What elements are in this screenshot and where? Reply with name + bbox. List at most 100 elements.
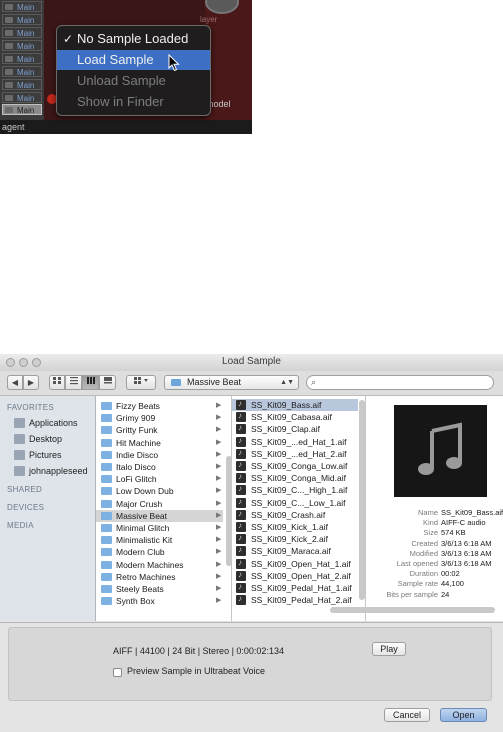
file-row[interactable]: SS_Kit09_Cabasa.aif [232,411,358,423]
cancel-button[interactable]: Cancel [384,708,430,722]
audio-file-icon [236,558,246,569]
folder-icon [101,402,112,410]
sidebar-item-desktop[interactable]: Desktop [14,432,94,446]
folder-row[interactable]: Grimy 909 ▶ [96,412,223,424]
file-row[interactable]: SS_Kit09_C..._High_1.aif [232,484,358,496]
folder-row[interactable]: Massive Beat ▶ [96,509,223,522]
file-row[interactable]: SS_Kit09_Conga_Mid.aif [232,472,358,484]
folder-row[interactable]: Hit Machine ▶ [96,437,223,449]
folder-row[interactable]: Steely Beats ▶ [96,583,223,595]
voice-main-button[interactable]: Main [2,14,42,25]
file-row[interactable]: SS_Kit09_...ed_Hat_2.aif [232,448,358,460]
folder-row[interactable]: Gritty Funk ▶ [96,424,223,436]
folder-row[interactable]: Synth Box ▶ [96,595,223,607]
file-row[interactable]: SS_Kit09_Open_Hat_1.aif [232,558,358,570]
file-row[interactable]: SS_Kit09_Clap.aif [232,423,358,435]
sidebar-item-pictures[interactable]: Pictures [14,448,94,462]
audio-file-icon [236,509,246,520]
sidebar-item-applications[interactable]: Applications [14,416,94,430]
file-row[interactable]: SS_Kit09_Bass.aif [232,399,358,411]
path-popup[interactable]: Massive Beat ▲▼ [164,375,299,390]
chevron-right-icon: ▶ [216,487,222,495]
file-row[interactable]: SS_Kit09_Maraca.aif [232,545,358,557]
preview-in-ultrabeat-checkbox[interactable] [113,668,122,677]
updown-arrows-icon: ▲▼ [280,379,294,386]
path-popup-label: Massive Beat [187,377,242,387]
file-name: SS_Kit09_Bass.aif [251,400,322,410]
folder-name: Gritty Funk [116,425,158,436]
folder-icon [101,524,112,532]
chevron-right-icon: ▶ [216,548,222,556]
search-field[interactable]: ⌕ [306,375,494,390]
applications-icon [14,418,25,428]
file-row[interactable]: SS_Kit09_Kick_2.aif [232,533,358,545]
coverflow-view-button[interactable] [99,375,116,390]
audio-file-icon [236,460,246,471]
file-row[interactable]: SS_Kit09_C..._Low_1.aif [232,497,358,509]
file-row[interactable]: SS_Kit09_Conga_Low.aif [232,460,358,472]
voice-main-button[interactable]: Main [2,40,42,51]
icon-view-button[interactable] [49,375,65,390]
file-row[interactable]: SS_Kit09_Kick_1.aif [232,521,358,533]
folder-row[interactable]: Minimal Glitch ▶ [96,522,223,534]
folder-row[interactable]: Fizzy Beats ▶ [96,400,223,412]
voice-main-button[interactable]: Main [2,1,42,12]
chevron-right-icon: ▶ [216,524,222,531]
horizontal-scrollbar[interactable] [330,607,495,613]
file-row[interactable]: SS_Kit09_...ed_Hat_1.aif [232,436,358,448]
sidebar-item-label: Applications [29,418,78,428]
file-scrollbar[interactable] [359,400,365,600]
checkmark-icon: ✓ [63,32,74,46]
audio-file-icon [236,570,246,581]
file-row[interactable]: SS_Kit09_Open_Hat_2.aif [232,570,358,582]
voice-main-button[interactable]: Main [2,92,42,103]
back-button[interactable]: ◀ [7,375,23,390]
folder-row[interactable]: Indie Disco ▶ [96,449,223,461]
folder-row[interactable]: Italo Disco ▶ [96,461,223,473]
folder-row[interactable]: Retro Machines ▶ [96,571,223,583]
audio-file-icon [236,436,246,447]
open-button[interactable]: Open [440,708,487,722]
voice-main-button[interactable]: Main [2,66,42,77]
audio-file-icon [236,533,246,545]
file-name: SS_Kit09_Conga_Mid.aif [251,473,346,484]
folder-row[interactable]: Modern Club ▶ [96,546,223,558]
file-name: SS_Kit09_Cabasa.aif [251,412,332,423]
arrange-menu-button[interactable] [126,375,156,390]
file-row[interactable]: SS_Kit09_Crash.aif [232,509,358,521]
search-icon: ⌕ [311,377,317,387]
sidebar-item-home[interactable]: johnappleseed [14,464,94,478]
preview-value: 44,100 [441,579,464,589]
folder-icon [101,499,112,508]
voice-main-button[interactable]: Main [2,79,42,90]
folder-row[interactable]: Low Down Dub ▶ [96,485,223,497]
icon-view-icon [53,377,61,384]
play-button[interactable]: Play [372,642,406,656]
column-view-button[interactable] [82,375,99,390]
forward-button[interactable]: ▶ [23,375,39,390]
voice-main-button[interactable]: Main [2,27,42,38]
menu-item-no-sample-loaded[interactable]: ✓ No Sample Loaded [57,29,210,49]
audio-file-icon [236,497,246,508]
file-row[interactable]: SS_Kit09_Pedal_Hat_2.aif [232,594,358,606]
folder-row[interactable]: Minimalistic Kit ▶ [96,534,223,546]
voice-main-button-active[interactable]: Main [2,104,42,115]
preview-key: Duration [409,569,438,579]
menu-item-show-in-finder[interactable]: Show in Finder [57,92,210,112]
folder-row[interactable]: LoFi Glitch ▶ [96,473,223,485]
audio-file-icon [236,411,246,423]
chevron-right-icon: ▶ [216,499,222,507]
folder-row[interactable]: Modern Machines ▶ [96,559,223,571]
menu-item-unload-sample[interactable]: Unload Sample [57,71,210,91]
file-row[interactable]: SS_Kit09_Pedal_Hat_1.aif [232,582,358,594]
folder-icon [101,511,112,520]
menu-item-load-sample[interactable]: Load Sample [57,50,210,70]
folder-name: Italo Disco [116,462,156,472]
file-name: SS_Kit09_Kick_2.aif [251,534,329,545]
list-view-button[interactable] [65,375,82,390]
sidebar-item-label: johnappleseed [29,466,88,476]
preview-value: AIFF-C audio [441,518,486,528]
folder-row[interactable]: Major Crush ▶ [96,498,223,510]
folder-name: Massive Beat [116,510,168,521]
voice-main-button[interactable]: Main [2,53,42,64]
